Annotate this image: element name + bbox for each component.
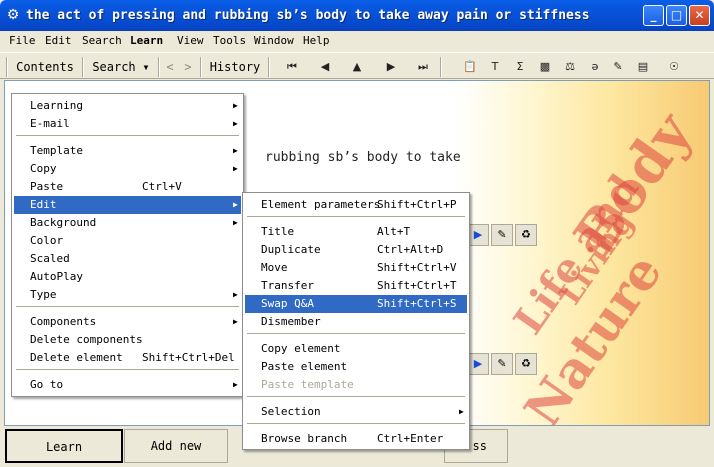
menu-item-element-parameters[interactable]: Element parameters Shift+Ctrl+P xyxy=(245,196,467,214)
menu-edit[interactable]: Edit xyxy=(45,34,72,47)
window-icon[interactable]: ▤ xyxy=(634,58,652,76)
menu-separator xyxy=(16,306,239,308)
window-title: the act of pressing and rubbing sb’s bod… xyxy=(26,8,590,23)
previous-icon[interactable]: ◀ xyxy=(316,58,334,76)
text-icon[interactable]: T xyxy=(486,58,504,76)
menu-separator xyxy=(16,135,239,137)
question-text: rubbing sb’s body to take xyxy=(265,150,461,165)
menu-window[interactable]: Window xyxy=(254,34,294,47)
label-icon[interactable]: ▩ xyxy=(536,58,554,76)
trash-icon[interactable]: ♻ xyxy=(515,224,537,246)
menu-item-go-to[interactable]: Go to ▶ xyxy=(14,376,241,394)
menu-view[interactable]: View xyxy=(177,34,204,47)
menu-item-delete-element[interactable]: Delete element Shift+Ctrl+Del xyxy=(14,349,241,367)
menu-bar: File Edit Search Learn View Tools Window… xyxy=(0,31,714,51)
menu-item-learning[interactable]: Learning ▶ xyxy=(14,97,241,115)
pen-icon[interactable]: ✎ xyxy=(491,224,513,246)
search-button[interactable]: Search xyxy=(88,57,140,77)
menu-item-background[interactable]: Background ▶ xyxy=(14,214,241,232)
play-icon[interactable]: ▶ xyxy=(467,353,489,375)
menu-file[interactable]: File xyxy=(9,34,36,47)
answer-controls: ▶ ✎ ♻ xyxy=(467,353,537,375)
question-controls: ▶ ✎ ♻ xyxy=(467,224,537,246)
phonetic-icon[interactable]: ǝ xyxy=(586,58,604,76)
scale-icon[interactable]: ⚖ xyxy=(561,58,579,76)
menu-item-edit[interactable]: Edit ▶ xyxy=(14,196,241,214)
learn-button[interactable]: Learn xyxy=(5,429,123,463)
menu-item-swap-qa[interactable]: Swap Q&A Shift+Ctrl+S xyxy=(245,295,467,313)
search-dropdown-icon[interactable]: ▾ xyxy=(140,57,152,77)
maximize-button[interactable]: □ xyxy=(666,5,687,26)
edit-submenu: Element parameters Shift+Ctrl+P Title Alt+… xyxy=(242,192,470,450)
learn-menu: Learning ▶ E-mail ▶ Template ▶ Copy ▶ Paste C… xyxy=(11,93,244,397)
menu-item-paste-template: Paste template xyxy=(261,378,354,391)
toolbar-separator xyxy=(200,57,202,77)
menu-separator xyxy=(247,423,465,425)
pen-icon[interactable]: ✎ xyxy=(491,353,513,375)
toolbar-separator xyxy=(6,57,8,77)
toolbar-separator xyxy=(158,57,160,77)
menu-separator xyxy=(247,216,465,218)
clipboard-icon[interactable]: 📋 xyxy=(461,58,479,76)
menu-separator xyxy=(247,396,465,398)
menu-separator xyxy=(247,333,465,335)
close-button[interactable]: ✕ xyxy=(689,5,710,26)
app-icon[interactable]: ⚙ xyxy=(5,7,21,23)
menu-item-paste[interactable]: Paste Ctrl+V xyxy=(14,178,241,196)
menu-tools[interactable]: Tools xyxy=(213,34,246,47)
menu-item-type[interactable]: Type ▶ xyxy=(14,286,241,304)
parent-icon[interactable]: ▲ xyxy=(348,58,366,76)
menu-item-color[interactable]: Color xyxy=(14,232,241,250)
toolbar: Contents Search ▾ < > History ⏮ ◀ ▲ ▶ ⏭ … xyxy=(0,52,714,79)
last-icon[interactable]: ⏭ xyxy=(414,58,432,76)
back-button[interactable]: < xyxy=(162,57,178,77)
menu-separator xyxy=(16,369,239,371)
first-icon[interactable]: ⏮ xyxy=(283,58,301,76)
next-icon[interactable]: ▶ xyxy=(382,58,400,76)
menu-item-email[interactable]: E-mail ▶ xyxy=(14,115,241,133)
menu-item-components[interactable]: Components ▶ xyxy=(14,313,241,331)
menu-learn[interactable]: Learn xyxy=(130,34,163,47)
toolbar-separator xyxy=(82,57,84,77)
trash-icon[interactable]: ♻ xyxy=(515,353,537,375)
menu-item-copy-element[interactable]: Copy element xyxy=(245,340,467,358)
play-icon[interactable]: ▶ xyxy=(467,224,489,246)
menu-item-delete-components[interactable]: Delete components xyxy=(14,331,241,349)
add-new-button[interactable]: Add new xyxy=(124,429,228,463)
contents-button[interactable]: Contents xyxy=(12,57,78,77)
menu-item-template[interactable]: Template ▶ xyxy=(14,142,241,160)
menu-item-autoplay[interactable]: AutoPlay xyxy=(14,268,241,286)
toolbar-separator xyxy=(440,57,442,77)
menu-item-selection[interactable]: Selection ▶ xyxy=(245,403,467,421)
menu-item-copy[interactable]: Copy ▶ xyxy=(14,160,241,178)
history-button[interactable]: History xyxy=(206,57,264,77)
minimize-button[interactable]: _ xyxy=(643,5,664,26)
toolbar-separator xyxy=(268,57,270,77)
menu-item-dismember[interactable]: Dismember xyxy=(245,313,467,331)
sum-icon[interactable]: Σ xyxy=(511,58,529,76)
title-bar: ⚙ the act of pressing and rubbing sb’s b… xyxy=(0,0,714,31)
menu-item-transfer[interactable]: Transfer Shift+Ctrl+T xyxy=(245,277,467,295)
menu-item-paste-element[interactable]: Paste element xyxy=(245,358,467,376)
menu-help[interactable]: Help xyxy=(303,34,330,47)
menu-item-browse-branch[interactable]: Browse branch Ctrl+Enter xyxy=(245,430,467,448)
menu-item-scaled[interactable]: Scaled xyxy=(14,250,241,268)
pen-icon[interactable]: ✎ xyxy=(609,58,627,76)
menu-item-move[interactable]: Move Shift+Ctrl+V xyxy=(245,259,467,277)
menu-item-title[interactable]: Title Alt+T xyxy=(245,223,467,241)
binoculars-icon[interactable]: ☉ xyxy=(665,58,683,76)
forward-button[interactable]: > xyxy=(180,57,196,77)
menu-search[interactable]: Search xyxy=(82,34,122,47)
menu-item-duplicate[interactable]: Duplicate Ctrl+Alt+D xyxy=(245,241,467,259)
